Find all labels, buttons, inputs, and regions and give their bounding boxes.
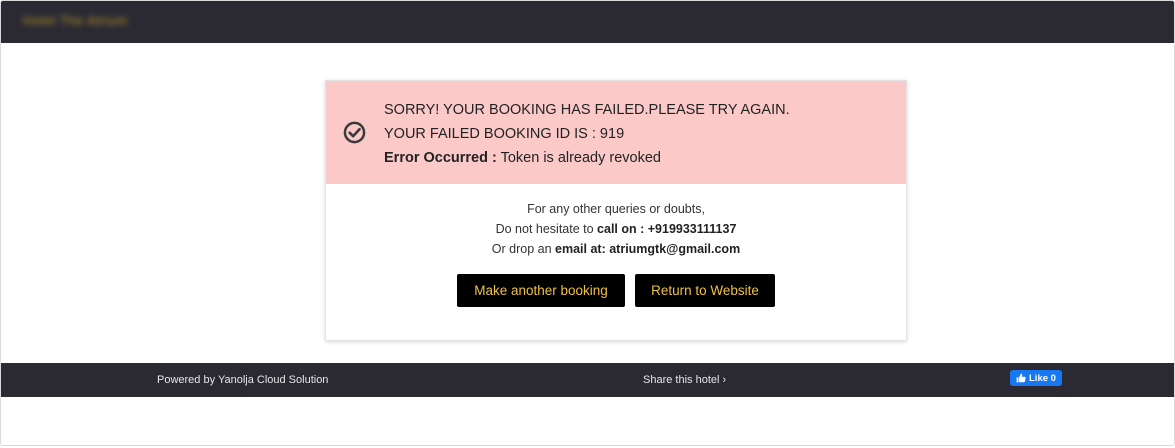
error-label: Error Occurred : bbox=[384, 150, 497, 166]
failure-message: SORRY! YOUR BOOKING HAS FAILED.PLEASE TR… bbox=[384, 102, 790, 118]
email-address: email at: atriumgtk@gmail.com bbox=[555, 242, 741, 256]
browser-frame: Hotel The Atrium SORRY! YOUR BOOKING HAS… bbox=[0, 0, 1175, 446]
facebook-like-button[interactable]: Like 0 bbox=[1010, 370, 1062, 386]
powered-by-text[interactable]: Powered by Yanolja Cloud Solution bbox=[157, 374, 328, 386]
check-circle-icon bbox=[343, 121, 366, 144]
email-prefix: Or drop an bbox=[491, 242, 556, 256]
booking-status-card: SORRY! YOUR BOOKING HAS FAILED.PLEASE TR… bbox=[325, 80, 907, 341]
contact-intro: For any other queries or doubts, bbox=[527, 202, 705, 216]
make-another-booking-button[interactable]: Make another booking bbox=[457, 274, 625, 307]
chevron-right-icon: › bbox=[722, 374, 727, 386]
contact-phone-line: Do not hesitate to call on : +9199331111… bbox=[326, 219, 906, 239]
contact-info: For any other queries or doubts, Do not … bbox=[326, 199, 906, 259]
thumbs-up-icon bbox=[1016, 373, 1026, 383]
error-text: Token is already revoked bbox=[496, 150, 661, 166]
footer-bar: Powered by Yanolja Cloud Solution Share … bbox=[1, 363, 1174, 397]
phone-number: call on : +919933111137 bbox=[597, 222, 737, 236]
error-line: Error Occurred : Token is already revoke… bbox=[384, 146, 790, 170]
contact-email-line: Or drop an email at: atriumgtk@gmail.com bbox=[326, 239, 906, 259]
share-hotel-link[interactable]: Share this hotel › bbox=[643, 374, 726, 386]
booking-failed-alert: SORRY! YOUR BOOKING HAS FAILED.PLEASE TR… bbox=[326, 81, 906, 184]
like-label: Like 0 bbox=[1029, 372, 1056, 384]
failed-booking-id: YOUR FAILED BOOKING ID IS : 919 bbox=[384, 126, 625, 142]
call-prefix: Do not hesitate to bbox=[495, 222, 598, 236]
top-navbar: Hotel The Atrium bbox=[1, 1, 1174, 43]
alert-messages: SORRY! YOUR BOOKING HAS FAILED.PLEASE TR… bbox=[384, 98, 790, 170]
share-label: Share this hotel bbox=[643, 374, 720, 386]
hotel-brand-name[interactable]: Hotel The Atrium bbox=[23, 13, 128, 28]
return-to-website-button[interactable]: Return to Website bbox=[635, 274, 775, 307]
